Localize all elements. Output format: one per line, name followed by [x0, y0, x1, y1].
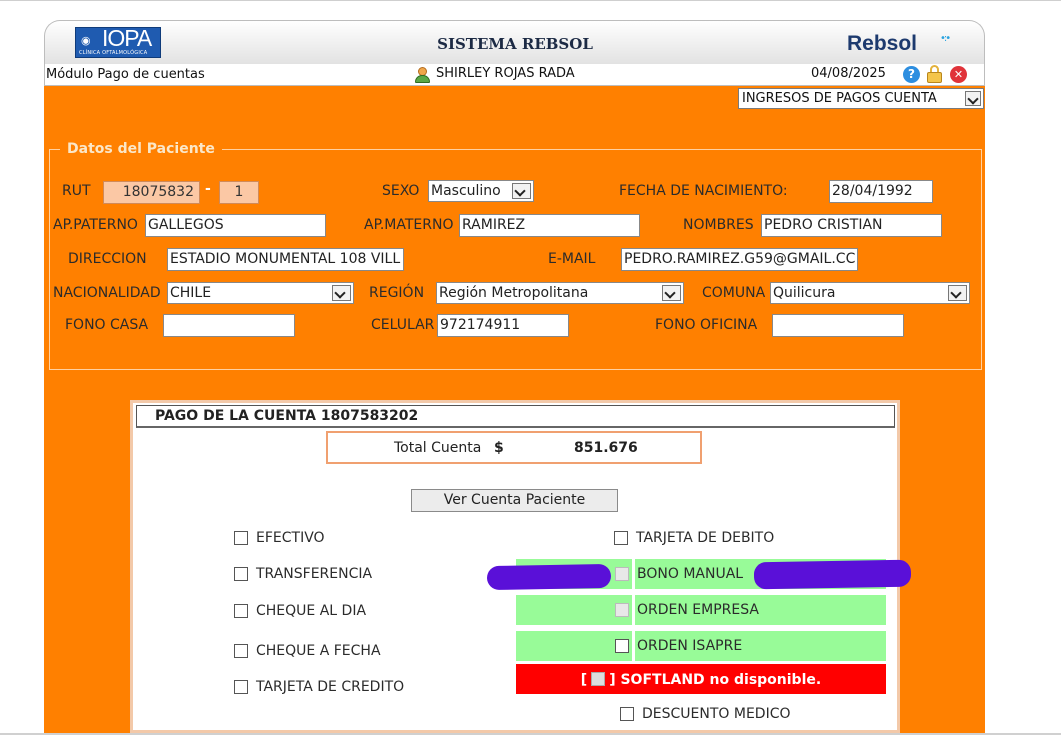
rut-input[interactable]: 18075832: [103, 181, 200, 204]
tarjeta-credito-label: TARJETA DE CREDITO: [256, 679, 405, 695]
iopa-logo: ◉ IOPA CLÍNICA OFTALMOLÓGICA: [75, 27, 161, 58]
orden-empresa-label: ORDEN EMPRESA: [637, 602, 759, 618]
system-title: SISTEMA REBSOL: [437, 35, 593, 53]
cheque-a-fecha-label: CHEQUE A FECHA: [256, 643, 381, 659]
email-label: E-MAIL: [548, 251, 596, 267]
logo-subtext: CLÍNICA OFTALMOLÓGICA: [79, 50, 148, 56]
chevron-down-icon: [512, 183, 531, 199]
nacionalidad-value: CHILE: [170, 285, 212, 301]
fono-casa-label: FONO CASA: [65, 317, 149, 333]
lock-icon[interactable]: [926, 65, 943, 83]
sexo-select[interactable]: Masculino: [428, 180, 534, 202]
fono-oficina-label: FONO OFICINA: [655, 317, 758, 333]
ap-materno-input[interactable]: RAMIREZ: [459, 214, 640, 237]
eye-icon: ◉: [81, 34, 91, 47]
nacionalidad-select[interactable]: CHILE: [167, 282, 354, 304]
region-label: REGIÓN: [369, 285, 425, 301]
section-select[interactable]: INGRESOS DE PAGOS CUENTA: [738, 88, 984, 109]
sexo-value: Masculino: [431, 183, 501, 199]
orden-empresa-checkbox[interactable]: [615, 603, 629, 617]
brand-dots-icon: •:•: [940, 33, 951, 44]
celular-label: CELULAR: [371, 317, 435, 333]
bono-manual-checkbox[interactable]: [615, 567, 629, 581]
total-currency: $: [494, 440, 504, 456]
chevron-down-icon: [948, 285, 967, 301]
celular-input[interactable]: 972174911: [437, 314, 569, 337]
direccion-input[interactable]: ESTADIO MONUMENTAL 108 VILL: [167, 248, 404, 271]
close-icon[interactable]: ✕: [950, 66, 967, 83]
email-input[interactable]: PEDRO.RAMIREZ.G59@GMAIL.CC: [621, 248, 858, 271]
tarjeta-credito-checkbox[interactable]: [234, 680, 248, 694]
transferencia-checkbox[interactable]: [234, 567, 248, 581]
nacionalidad-label: NACIONALIDAD: [53, 285, 161, 301]
softland-open-bracket: [: [580, 672, 588, 688]
logo-text: IOPA: [102, 27, 152, 51]
comuna-value: Quilicura: [773, 285, 836, 301]
rut-separator: -: [205, 181, 211, 197]
region-select[interactable]: Región Metropolitana: [436, 282, 684, 304]
cheque-al-dia-label: CHEQUE AL DIA: [256, 603, 367, 619]
bono-manual-label: BONO MANUAL: [637, 566, 744, 582]
ap-materno-label: AP.MATERNO: [364, 217, 454, 233]
nombres-input[interactable]: PEDRO CRISTIAN: [761, 214, 942, 237]
user-icon: [415, 67, 430, 83]
orden-isapre-label: ORDEN ISAPRE: [637, 638, 743, 654]
softland-checkbox[interactable]: [591, 672, 606, 686]
rut-label: RUT: [62, 183, 91, 199]
patient-legend: Datos del Paciente: [60, 141, 222, 157]
transferencia-label: TRANSFERENCIA: [256, 566, 373, 582]
current-date: 04/08/2025: [811, 66, 886, 81]
total-value: 851.676: [574, 440, 638, 456]
nombres-label: NOMBRES: [683, 217, 754, 233]
sexo-label: SEXO: [382, 183, 420, 199]
redaction-mark: [486, 563, 612, 591]
fecha-nacimiento-input[interactable]: 28/04/1992: [829, 180, 933, 203]
module-name: Módulo Pago de cuentas: [46, 67, 205, 82]
chevron-down-icon: [332, 285, 351, 301]
total-label: Total Cuenta: [394, 440, 482, 456]
redaction-mark: [753, 559, 912, 590]
efectivo-label: EFECTIVO: [256, 530, 325, 546]
payment-title: PAGO DE LA CUENTA 1807583202: [155, 408, 419, 424]
brand-logo: Rebsol: [847, 32, 918, 55]
chevron-down-icon: [662, 285, 681, 301]
fecha-nacimiento-label: FECHA DE NACIMIENTO:: [619, 183, 788, 199]
view-account-button[interactable]: Ver Cuenta Paciente: [411, 489, 618, 512]
efectivo-checkbox[interactable]: [234, 531, 248, 545]
total-box: [326, 431, 702, 464]
ap-paterno-label: AP.PATERNO: [53, 217, 138, 233]
cheque-al-dia-checkbox[interactable]: [234, 604, 248, 618]
softland-text: ] SOFTLAND no disponible.: [609, 672, 822, 688]
chevron-down-icon: [965, 91, 981, 106]
ap-paterno-input[interactable]: GALLEGOS: [145, 214, 326, 237]
top-border: [0, 0, 1061, 1]
tarjeta-debito-checkbox[interactable]: [614, 531, 628, 545]
user-name: SHIRLEY ROJAS RADA: [436, 66, 575, 81]
descuento-medico-label: DESCUENTO MEDICO: [642, 706, 791, 722]
softland-status: [ ] SOFTLAND no disponible.: [516, 672, 886, 688]
region-value: Región Metropolitana: [439, 285, 589, 301]
fono-oficina-input[interactable]: [772, 314, 904, 337]
rut-dv-input[interactable]: 1: [219, 181, 259, 204]
section-select-value: INGRESOS DE PAGOS CUENTA: [742, 91, 937, 106]
orden-isapre-checkbox[interactable]: [615, 639, 629, 653]
tarjeta-debito-label: TARJETA DE DEBITO: [636, 530, 775, 546]
direccion-label: DIRECCION: [68, 251, 147, 267]
cheque-a-fecha-checkbox[interactable]: [234, 644, 248, 658]
descuento-medico-checkbox[interactable]: [620, 707, 634, 721]
help-icon[interactable]: ?: [903, 66, 920, 83]
comuna-label: COMUNA: [702, 285, 766, 301]
fono-casa-input[interactable]: [163, 314, 295, 337]
comuna-select[interactable]: Quilicura: [770, 282, 970, 304]
